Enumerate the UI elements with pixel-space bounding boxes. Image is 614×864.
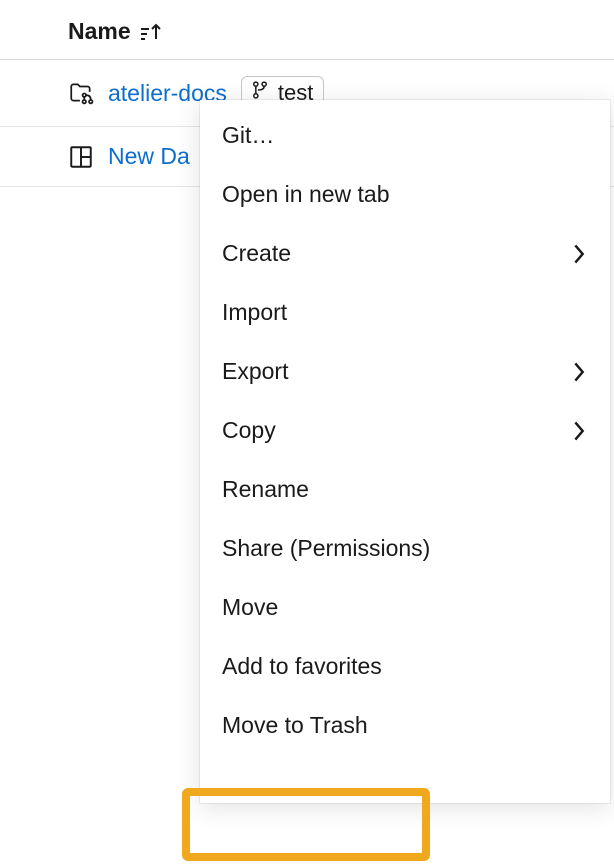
menu-item-label: Move xyxy=(222,594,278,621)
menu-item-export[interactable]: Export xyxy=(200,342,610,401)
menu-item-label: Git… xyxy=(222,122,274,149)
menu-item-label: Move to Trash xyxy=(222,712,368,739)
menu-item-label: Copy xyxy=(222,417,276,444)
menu-item-git[interactable]: Git… xyxy=(200,106,610,165)
menu-item-rename[interactable]: Rename xyxy=(200,460,610,519)
menu-item-move-trash[interactable]: Move to Trash xyxy=(200,696,610,755)
chevron-right-icon xyxy=(572,420,586,442)
sort-icon xyxy=(139,22,163,42)
menu-item-label: Add to favorites xyxy=(222,653,382,680)
menu-item-open-new-tab[interactable]: Open in new tab xyxy=(200,165,610,224)
menu-item-label: Export xyxy=(222,358,288,385)
folder-git-icon xyxy=(68,80,94,106)
menu-item-create[interactable]: Create xyxy=(200,224,610,283)
menu-item-move[interactable]: Move xyxy=(200,578,610,637)
menu-item-share[interactable]: Share (Permissions) xyxy=(200,519,610,578)
column-header-name[interactable]: Name xyxy=(0,0,614,59)
context-menu: Git… Open in new tab Create Import Expor… xyxy=(200,100,610,803)
menu-item-label: Import xyxy=(222,299,287,326)
menu-item-label: Share (Permissions) xyxy=(222,535,430,562)
menu-item-label: Create xyxy=(222,240,291,267)
chevron-right-icon xyxy=(572,361,586,383)
menu-item-add-favorites[interactable]: Add to favorites xyxy=(200,637,610,696)
menu-item-copy[interactable]: Copy xyxy=(200,401,610,460)
menu-item-label: Open in new tab xyxy=(222,181,390,208)
menu-item-import[interactable]: Import xyxy=(200,283,610,342)
column-header-label: Name xyxy=(68,18,131,45)
dashboard-icon xyxy=(68,144,94,170)
chevron-right-icon xyxy=(572,243,586,265)
row-name-link[interactable]: New Da xyxy=(108,143,190,170)
menu-item-label: Rename xyxy=(222,476,309,503)
